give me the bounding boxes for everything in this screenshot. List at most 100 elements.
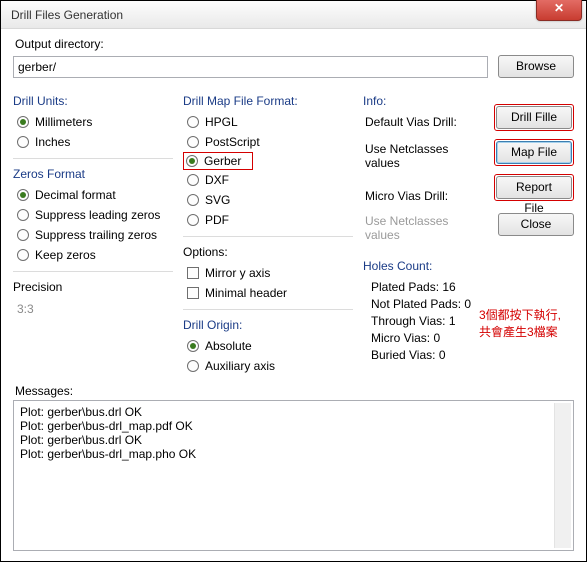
radio-icon xyxy=(17,116,29,128)
radio-auxiliary-axis[interactable]: Auxiliary axis xyxy=(187,359,353,373)
map-file-button[interactable]: Map File xyxy=(496,141,572,164)
radio-suppress-trailing[interactable]: Suppress trailing zeros xyxy=(17,228,173,242)
message-line: Plot: gerber\bus.drl OK xyxy=(20,433,567,447)
check-mirror-y[interactable]: Mirror y axis xyxy=(187,266,353,280)
separator xyxy=(13,158,173,159)
radio-icon xyxy=(187,136,199,148)
col-info: Info: Default Vias Drill: Use Netclasses… xyxy=(363,88,478,376)
radio-icon xyxy=(187,194,199,206)
map-format-title: Drill Map File Format: xyxy=(183,94,353,108)
radio-label: Auxiliary axis xyxy=(205,359,275,373)
radio-icon xyxy=(187,360,199,372)
precision-value: 3:3 xyxy=(17,302,173,316)
report-file-button[interactable]: Report File xyxy=(496,176,572,199)
holes-item: Plated Pads: 16 xyxy=(371,280,478,294)
holes-list: Plated Pads: 16 Not Plated Pads: 0 Throu… xyxy=(363,277,478,365)
messages-box[interactable]: Plot: gerber\bus.drl OK Plot: gerber\bus… xyxy=(13,400,574,551)
annotation-line: 3個都按下執行, xyxy=(479,308,561,322)
drill-origin-title: Drill Origin: xyxy=(183,318,353,332)
radio-keep-zeros[interactable]: Keep zeros xyxy=(17,248,173,262)
output-directory-group: Output directory: gerber/ Browse xyxy=(13,37,574,78)
radio-icon xyxy=(187,116,199,128)
radio-icon xyxy=(17,136,29,148)
radio-millimeters[interactable]: Millimeters xyxy=(17,115,173,129)
radio-icon xyxy=(187,174,199,186)
close-icon: ✕ xyxy=(554,1,564,15)
default-vias-value: Use Netclasses values xyxy=(365,142,478,170)
radio-icon xyxy=(187,340,199,352)
check-label: Minimal header xyxy=(205,286,287,300)
radio-label: PDF xyxy=(205,213,229,227)
micro-vias-label: Micro Vias Drill: xyxy=(365,189,478,203)
messages-label: Messages: xyxy=(15,384,574,398)
radio-decimal-format[interactable]: Decimal format xyxy=(17,188,173,202)
dialog-window: Drill Files Generation ✕ Output director… xyxy=(0,0,587,562)
options-title: Options: xyxy=(183,245,353,259)
titlebar: Drill Files Generation ✕ xyxy=(1,1,586,29)
close-button[interactable]: Close xyxy=(498,213,574,236)
radio-hpgl[interactable]: HPGL xyxy=(187,115,353,129)
separator xyxy=(183,309,353,310)
radio-gerber[interactable]: Gerber xyxy=(186,154,248,168)
separator xyxy=(183,236,353,237)
report-file-highlight: Report File xyxy=(494,174,574,201)
holes-item: Through Vias: 1 xyxy=(371,314,478,328)
radio-label: HPGL xyxy=(205,115,238,129)
gerber-highlight: Gerber xyxy=(183,152,253,170)
radio-label: Suppress trailing zeros xyxy=(35,228,157,242)
holes-count-title: Holes Count: xyxy=(363,259,478,273)
radio-label: Decimal format xyxy=(35,188,116,202)
radio-inches[interactable]: Inches xyxy=(17,135,173,149)
radio-icon xyxy=(186,155,198,167)
zeros-format-title: Zeros Format xyxy=(13,167,173,181)
check-label: Mirror y axis xyxy=(205,266,270,280)
annotation-line: 共會產生3檔案 xyxy=(479,325,558,339)
checkbox-icon xyxy=(187,287,199,299)
radio-icon xyxy=(17,209,29,221)
checkbox-icon xyxy=(187,267,199,279)
radio-label: SVG xyxy=(205,193,230,207)
drill-file-button[interactable]: Drill Fille xyxy=(496,106,572,129)
holes-item: Micro Vias: 0 xyxy=(371,331,478,345)
radio-icon xyxy=(187,214,199,226)
window-title: Drill Files Generation xyxy=(11,8,123,22)
radio-pdf[interactable]: PDF xyxy=(187,213,353,227)
radio-label: Millimeters xyxy=(35,115,92,129)
precision-title: Precision xyxy=(13,280,173,294)
micro-vias-value: Use Netclasses values xyxy=(365,214,478,242)
radio-icon xyxy=(17,249,29,261)
output-directory-label: Output directory: xyxy=(15,37,574,51)
radio-label: Absolute xyxy=(205,339,252,353)
radio-postscript[interactable]: PostScript xyxy=(187,135,353,149)
radio-suppress-leading[interactable]: Suppress leading zeros xyxy=(17,208,173,222)
check-minimal-header[interactable]: Minimal header xyxy=(187,286,353,300)
map-file-highlight: Map File xyxy=(494,139,574,166)
info-title: Info: xyxy=(363,94,478,108)
radio-svg[interactable]: SVG xyxy=(187,193,353,207)
separator xyxy=(13,271,173,272)
radio-label: PostScript xyxy=(205,135,260,149)
radio-absolute[interactable]: Absolute xyxy=(187,339,353,353)
radio-label: Inches xyxy=(35,135,70,149)
scrollbar[interactable] xyxy=(554,403,571,548)
radio-label: Keep zeros xyxy=(35,248,96,262)
col-left: Drill Units: Millimeters Inches Zeros Fo… xyxy=(13,88,173,376)
radio-icon xyxy=(17,189,29,201)
message-line: Plot: gerber\bus.drl OK xyxy=(20,405,567,419)
radio-label: Gerber xyxy=(204,154,241,168)
holes-item: Not Plated Pads: 0 xyxy=(371,297,478,311)
annotation-text: 3個都按下執行, 共會產生3檔案 xyxy=(479,307,561,341)
radio-icon xyxy=(17,229,29,241)
output-directory-input[interactable]: gerber/ xyxy=(13,56,488,78)
holes-item: Buried Vias: 0 xyxy=(371,348,478,362)
radio-label: DXF xyxy=(205,173,229,187)
col-format: Drill Map File Format: HPGL PostScript G… xyxy=(183,88,353,376)
browse-button[interactable]: Browse xyxy=(498,55,574,78)
message-line: Plot: gerber\bus-drl_map.pho OK xyxy=(20,447,567,461)
radio-label: Suppress leading zeros xyxy=(35,208,160,222)
window-close-button[interactable]: ✕ xyxy=(536,0,582,21)
default-vias-label: Default Vias Drill: xyxy=(365,115,478,129)
radio-dxf[interactable]: DXF xyxy=(187,173,353,187)
message-line: Plot: gerber\bus-drl_map.pdf OK xyxy=(20,419,567,433)
drill-units-title: Drill Units: xyxy=(13,94,173,108)
